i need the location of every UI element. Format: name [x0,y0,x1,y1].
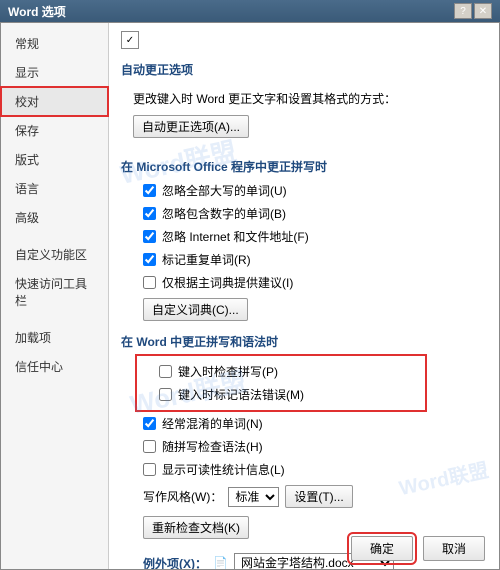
section-autocorrect-desc: 更改键入时 Word 更正文字和设置其格式的方式： 自动更正选项(A)... [121,82,487,146]
chk-grammar-with-spelling[interactable] [143,440,156,453]
lbl-grammar-with-spelling[interactable]: 随拼写检查语法(H) [162,438,263,455]
chk-mark-grammar[interactable] [159,388,172,401]
writing-style-select[interactable]: 标准 [228,487,279,507]
chk-flag-repeated[interactable] [143,253,156,266]
section-autocorrect-title: 自动更正选项 [121,55,487,82]
writing-style-label: 写作风格(W)： [143,488,222,505]
titlebar: Word 选项 ? ✕ [0,0,500,22]
sidebar-item-layout[interactable]: 版式 [1,145,108,174]
chk-main-dict-only[interactable] [143,276,156,289]
lbl-ignore-numbers[interactable]: 忽略包含数字的单词(B) [162,205,286,222]
chk-confused-words[interactable] [143,417,156,430]
sidebar-item-trust-center[interactable]: 信任中心 [1,352,108,381]
autocorrect-desc-text: 更改键入时 Word 更正文字和设置其格式的方式： [133,90,396,107]
sidebar: 常规 显示 校对 保存 版式 语言 高级 自定义功能区 快速访问工具栏 加载项 … [1,23,109,569]
cancel-button[interactable]: 取消 [423,536,485,561]
content-pane: Word联盟 Word联盟 Word联盟 ✓ 自动更正选项 更改键入时 Word… [109,23,499,569]
chk-ignore-uppercase[interactable] [143,184,156,197]
section-office-spelling-title: 在 Microsoft Office 程序中更正拼写时 [121,152,487,179]
window-title: Word 选项 [8,3,66,20]
lbl-ignore-uppercase[interactable]: 忽略全部大写的单词(U) [162,182,287,199]
sidebar-item-customize-ribbon[interactable]: 自定义功能区 [1,240,108,269]
section-word-spelling-title: 在 Word 中更正拼写和语法时 [121,327,487,354]
sidebar-item-qat[interactable]: 快速访问工具栏 [1,269,108,315]
sidebar-item-addins[interactable]: 加载项 [1,323,108,352]
chk-check-spelling[interactable] [159,365,172,378]
highlight-box-spellcheck: 键入时检查拼写(P) 键入时标记语法错误(M) [135,354,427,412]
sidebar-item-language[interactable]: 语言 [1,174,108,203]
sidebar-item-proofing[interactable]: 校对 [1,87,108,116]
chk-ignore-internet[interactable] [143,230,156,243]
sidebar-item-save[interactable]: 保存 [1,116,108,145]
writing-style-settings-button[interactable]: 设置(T)... [285,485,352,508]
sidebar-item-general[interactable]: 常规 [1,29,108,58]
lbl-ignore-internet[interactable]: 忽略 Internet 和文件地址(F) [162,228,309,245]
lbl-confused-words[interactable]: 经常混淆的单词(N) [162,415,263,432]
lbl-main-dict-only[interactable]: 仅根据主词典提供建议(I) [162,274,293,291]
document-icon: 📄 [213,556,228,569]
proofing-icon: ✓ [121,31,139,49]
window-controls: ? ✕ [454,3,492,19]
dialog-footer: 确定 取消 [351,536,485,561]
dialog-body: 常规 显示 校对 保存 版式 语言 高级 自定义功能区 快速访问工具栏 加载项 … [0,22,500,570]
custom-dictionaries-button[interactable]: 自定义词典(C)... [143,298,248,321]
sidebar-item-display[interactable]: 显示 [1,58,108,87]
autocorrect-options-button[interactable]: 自动更正选项(A)... [133,115,249,138]
lbl-check-spelling[interactable]: 键入时检查拼写(P) [178,363,278,380]
ok-button[interactable]: 确定 [351,536,413,561]
chk-ignore-numbers[interactable] [143,207,156,220]
chk-readability-stats[interactable] [143,463,156,476]
sidebar-item-advanced[interactable]: 高级 [1,203,108,232]
help-button[interactable]: ? [454,3,472,19]
lbl-readability-stats[interactable]: 显示可读性统计信息(L) [162,461,285,478]
lbl-flag-repeated[interactable]: 标记重复单词(R) [162,251,251,268]
lbl-mark-grammar[interactable]: 键入时标记语法错误(M) [178,386,304,403]
recheck-document-button[interactable]: 重新检查文档(K) [143,516,249,539]
exceptions-label: 例外项(X)： [143,555,207,570]
icon-row: ✓ [121,31,487,49]
close-button[interactable]: ✕ [474,3,492,19]
